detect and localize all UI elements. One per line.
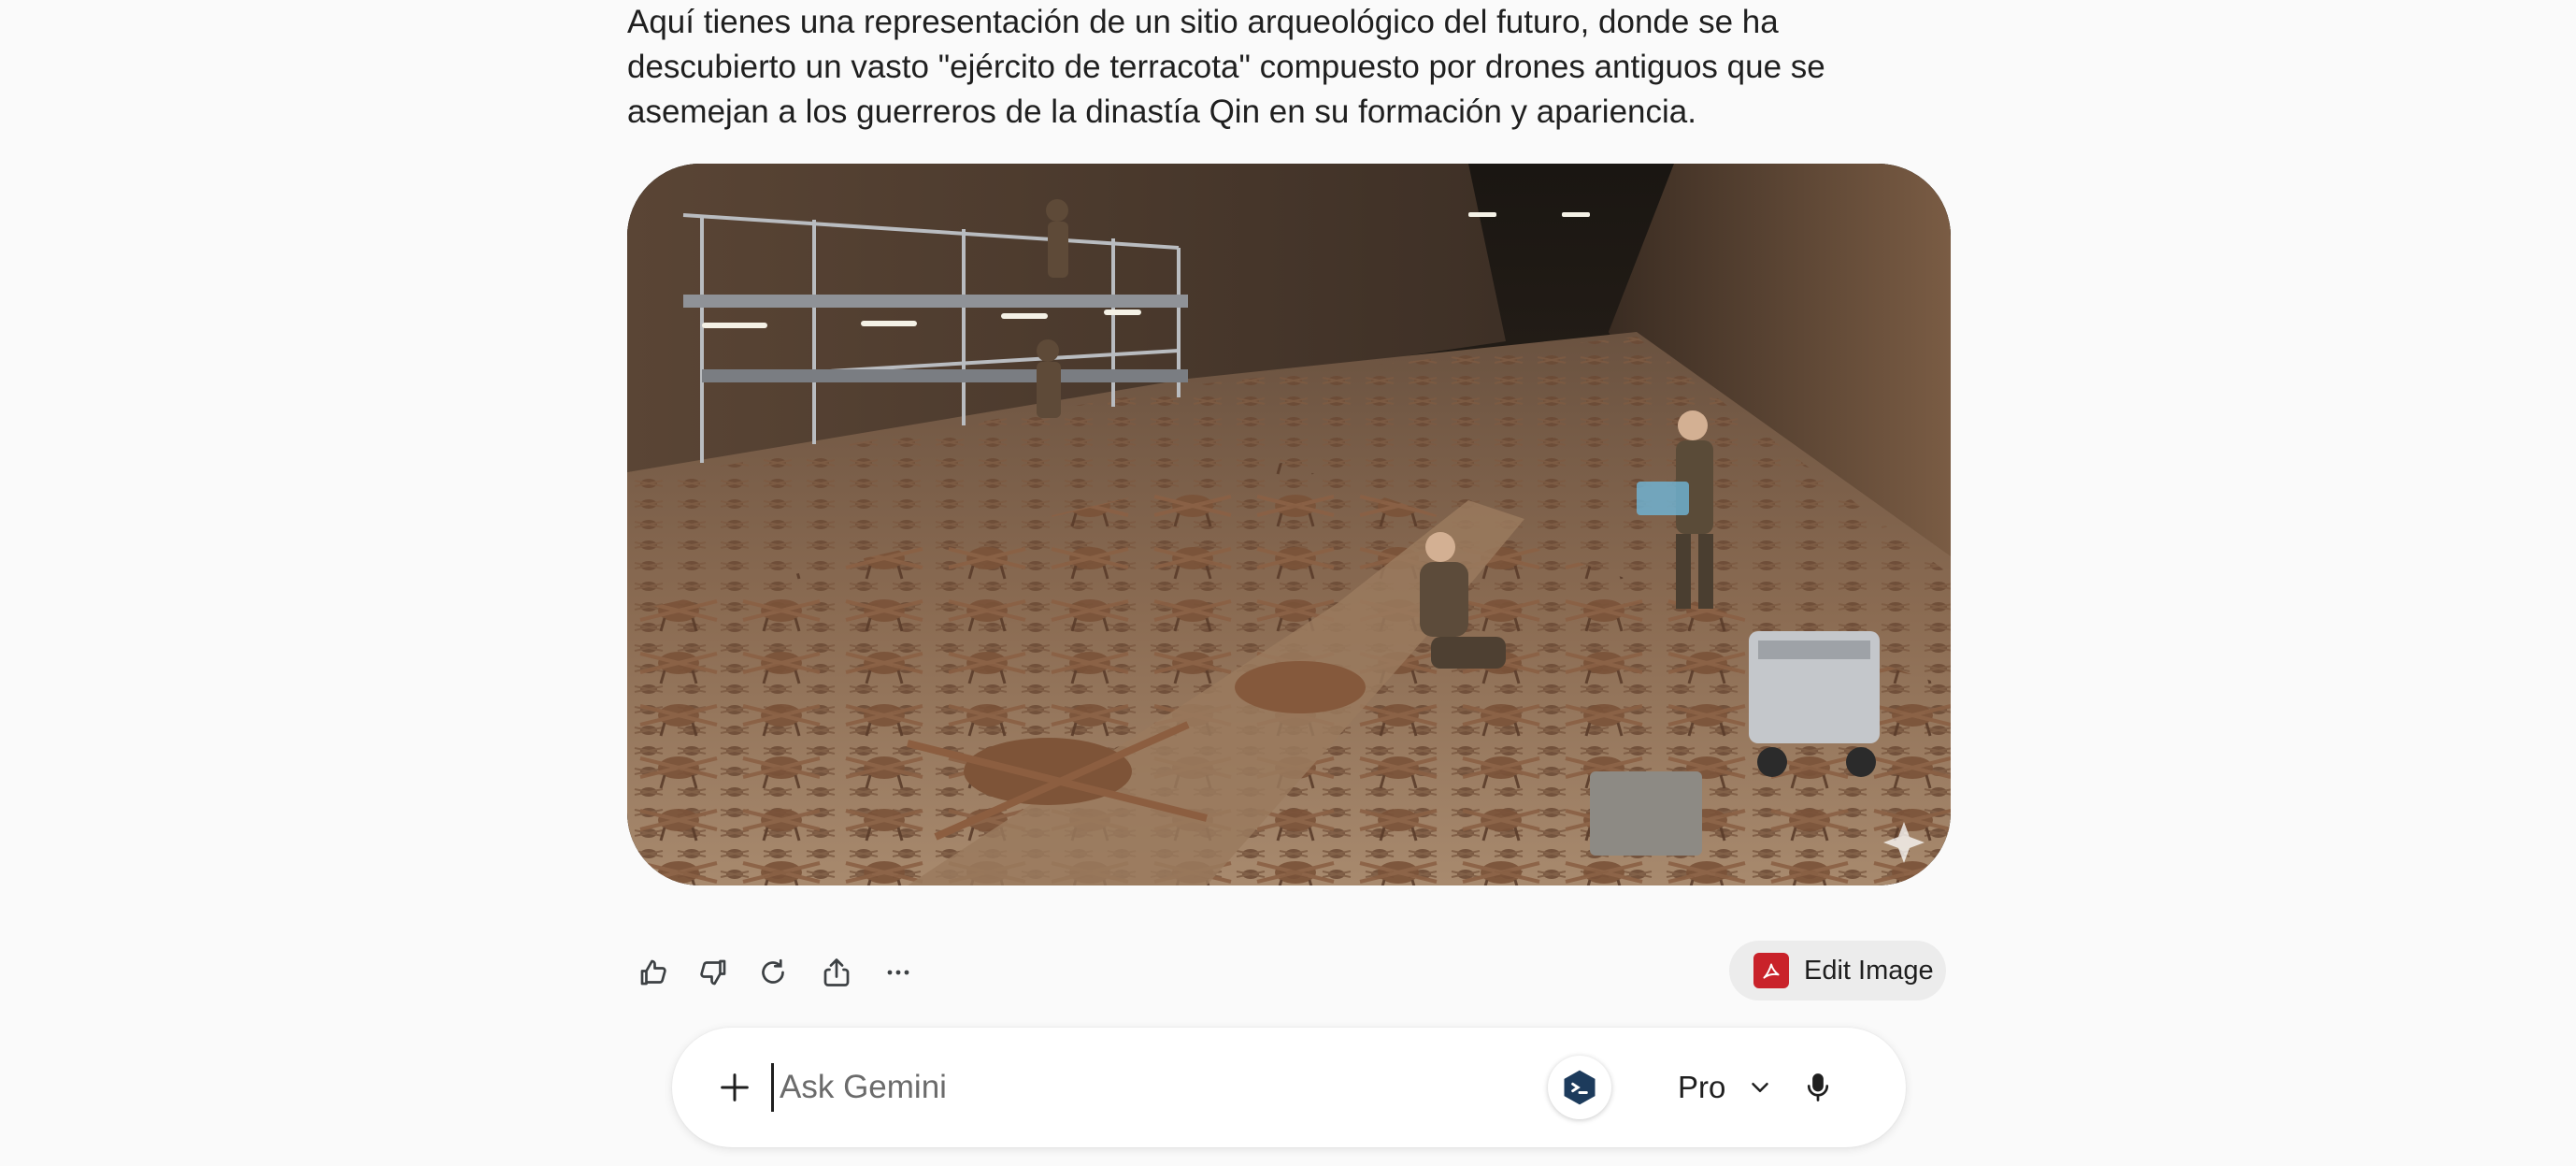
excavation-image	[627, 164, 1951, 885]
microphone-button[interactable]	[1790, 1059, 1846, 1116]
acrobat-icon	[1753, 953, 1789, 988]
model-selector[interactable]: Pro	[1678, 1059, 1799, 1116]
ask-gemini-input[interactable]	[771, 1063, 1434, 1112]
model-label: Pro	[1678, 1070, 1726, 1104]
chevron-down-icon	[1752, 1083, 1769, 1092]
thumbs-down-icon	[700, 959, 726, 986]
response-actions: Edit Image	[627, 941, 1954, 1000]
thumbs-down-button[interactable]	[687, 946, 739, 999]
microphone-icon	[1807, 1073, 1829, 1101]
thumbs-up-icon	[640, 959, 666, 986]
thumbs-up-button[interactable]	[627, 946, 680, 999]
plus-icon	[721, 1073, 749, 1101]
more-options-button[interactable]	[872, 946, 924, 999]
edit-image-label: Edit Image	[1804, 955, 1934, 986]
share-icon	[823, 958, 850, 986]
extension-button[interactable]	[1548, 1056, 1611, 1119]
more-icon	[887, 970, 909, 975]
response-text: Aquí tienes una representación de un sit…	[627, 4, 1825, 130]
regenerate-icon	[762, 958, 784, 984]
regenerate-button[interactable]	[747, 946, 799, 999]
hexagon-extension-icon	[1564, 1070, 1596, 1105]
add-attachment-button[interactable]	[708, 1060, 762, 1115]
generated-image[interactable]	[627, 164, 1951, 885]
edit-image-button[interactable]: Edit Image	[1729, 941, 1946, 1000]
share-button[interactable]	[810, 946, 863, 999]
prompt-bar: Pro	[672, 1028, 1906, 1147]
